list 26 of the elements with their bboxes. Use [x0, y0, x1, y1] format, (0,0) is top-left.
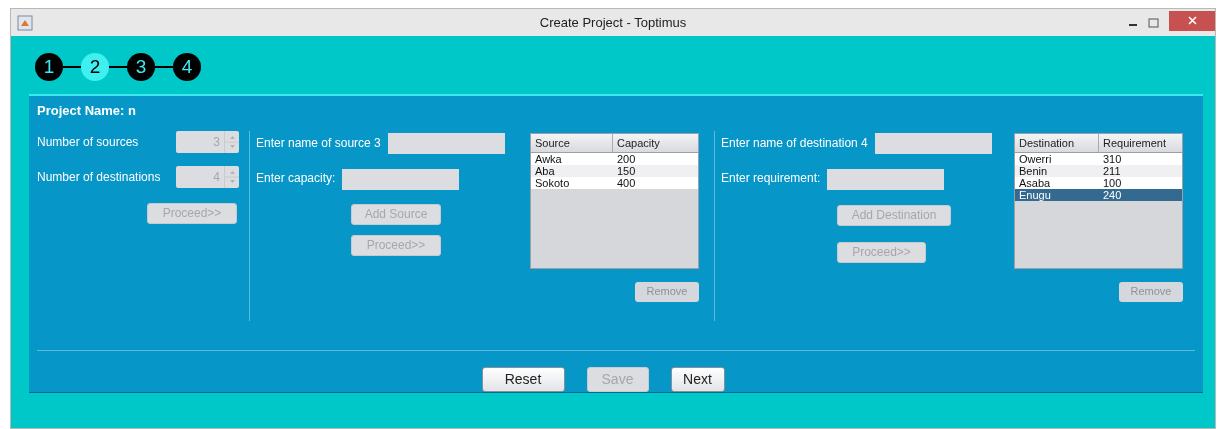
- close-button[interactable]: [1169, 10, 1215, 31]
- text-field[interactable]: [342, 168, 460, 190]
- step-indicator[interactable]: 3: [127, 53, 155, 81]
- field-label: Enter capacity:: [256, 169, 336, 187]
- field-label: Enter requirement:: [721, 169, 821, 187]
- column-header[interactable]: Destination: [1015, 133, 1099, 152]
- text-field[interactable]: [387, 132, 505, 154]
- field-label: Enter name of destination 4: [721, 135, 868, 152]
- footer-button[interactable]: Next: [670, 367, 725, 392]
- close-icon[interactable]: [1187, 16, 1197, 25]
- project-name: Project Name: n: [37, 102, 137, 120]
- window-title: Create Project - Toptimus: [539, 13, 687, 32]
- field-label: Number of sources: [37, 133, 140, 151]
- app-icon: [17, 14, 33, 31]
- step-indicator[interactable]: 1: [35, 53, 63, 81]
- step-indicator[interactable]: 4: [173, 53, 201, 81]
- column-header[interactable]: Capacity: [613, 133, 698, 152]
- column-header[interactable]: Source: [531, 133, 613, 152]
- field-label: Number of destinations: [37, 168, 162, 186]
- footer-button[interactable]: Reset: [481, 367, 565, 392]
- column-header[interactable]: Requirement: [1099, 133, 1182, 152]
- text-field[interactable]: [827, 168, 945, 190]
- field-label: Enter name of source 3: [256, 135, 381, 152]
- text-field[interactable]: [874, 132, 992, 154]
- maximize-icon[interactable]: [1148, 17, 1159, 28]
- step-indicator[interactable]: 2: [81, 53, 109, 81]
